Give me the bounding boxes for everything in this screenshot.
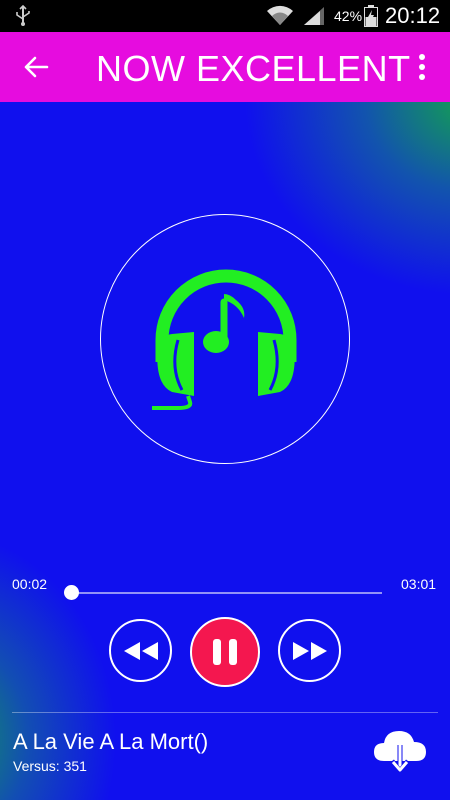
fast-forward-button[interactable] (278, 619, 341, 682)
back-arrow-icon[interactable] (22, 53, 50, 81)
battery-percent: 42% (334, 8, 363, 24)
seek-bar[interactable] (70, 592, 382, 594)
clock: 20:12 (385, 3, 441, 28)
page-title: NOW EXCELLENT (96, 48, 411, 89)
fast-forward-icon (292, 641, 327, 660)
status-bar: 42% 20:12 (0, 0, 450, 32)
headphones-music-icon (152, 269, 297, 410)
total-time: 03:01 (401, 576, 437, 592)
wifi-icon (267, 5, 293, 25)
rewind-button[interactable] (109, 619, 172, 682)
signal-icon (304, 7, 324, 25)
song-subtitle: Versus: 351 (13, 758, 87, 774)
cloud-download-icon[interactable] (372, 727, 428, 775)
current-time: 00:02 (12, 576, 48, 592)
usb-icon (16, 5, 30, 26)
app-bar: NOW EXCELLENT (0, 32, 450, 102)
rewind-icon (123, 641, 158, 660)
battery-icon (364, 5, 378, 27)
seek-thumb[interactable] (64, 585, 79, 600)
more-vertical-icon[interactable] (414, 52, 430, 82)
divider (12, 712, 438, 713)
song-title: A La Vie A La Mort() (13, 729, 209, 754)
pause-icon (213, 639, 237, 665)
pause-button[interactable] (190, 617, 260, 687)
